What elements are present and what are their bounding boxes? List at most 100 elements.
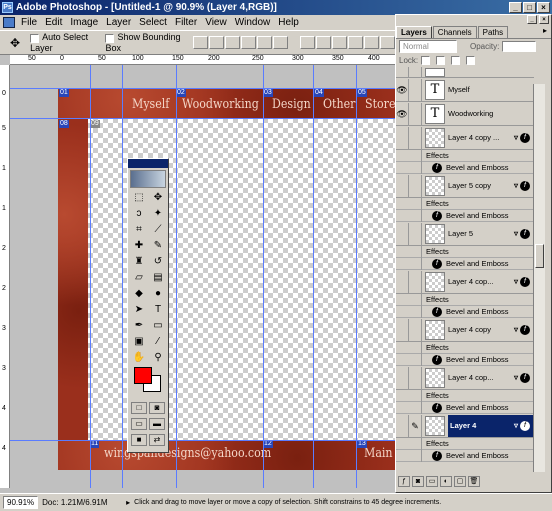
bevel-row[interactable]: f Bevel and Emboss	[396, 401, 534, 414]
visibility-toggle[interactable]	[396, 318, 409, 341]
menu-image[interactable]: Image	[66, 17, 102, 28]
bounding-box-option[interactable]: Show Bounding Box	[105, 32, 181, 53]
guide-vertical[interactable]	[176, 65, 177, 488]
panel-menu-icon[interactable]: ▸	[543, 26, 547, 38]
align-right-button[interactable]	[273, 36, 288, 49]
notes-tool-icon[interactable]: ▣	[130, 334, 148, 349]
slice-tool-icon[interactable]: ⟋	[149, 222, 167, 237]
distribute-4-button[interactable]	[348, 36, 363, 49]
toolbox[interactable]: ⬚ ✥ ↄ ✦ ⌗ ⟋ ✚ ✎ ♜ ↺ ▱ ▤ ◆ ● ➤ T ✒ ▭ ▣ ⁄ …	[127, 158, 169, 453]
guide-vertical[interactable]	[313, 65, 314, 488]
effects-row[interactable]: Effects	[396, 389, 534, 402]
effects-row[interactable]: Effects	[396, 293, 534, 306]
eye-icon[interactable]: 👁	[396, 102, 409, 125]
add-mask-button[interactable]: ◙	[412, 475, 424, 487]
magic-wand-tool-icon[interactable]: ✦	[149, 206, 167, 221]
move-tool-icon[interactable]: ✥	[10, 36, 20, 50]
screen-mode-2-button[interactable]: ▬	[149, 418, 165, 430]
bounding-box-checkbox[interactable]	[105, 33, 115, 43]
link-toggle[interactable]	[409, 270, 422, 293]
screen-mode-1-button[interactable]: ▭	[131, 418, 147, 430]
link-toggle[interactable]	[409, 67, 422, 77]
layer-row[interactable]: Layer 5 copy ▿ f	[396, 174, 534, 198]
effects-expand-icon[interactable]: ▿	[514, 421, 518, 430]
effects-row[interactable]: Effects	[396, 197, 534, 210]
bevel-row[interactable]: f Bevel and Emboss	[396, 353, 534, 366]
brush-tool-icon[interactable]: ✎	[149, 238, 167, 253]
link-toggle[interactable]	[409, 366, 422, 389]
visibility-toggle[interactable]	[396, 270, 409, 293]
align-top-button[interactable]	[193, 36, 208, 49]
close-button[interactable]: ×	[537, 2, 550, 13]
jump-to-imageready-button[interactable]: ⇄	[149, 434, 165, 446]
blur-tool-icon[interactable]: ◆	[130, 286, 148, 301]
visibility-toggle[interactable]	[396, 174, 409, 197]
zoom-tool-icon[interactable]: ⚲	[149, 350, 167, 365]
eraser-tool-icon[interactable]: ▱	[130, 270, 148, 285]
doc-size[interactable]: Doc: 1.21M/6.91M	[42, 498, 122, 507]
layer-row[interactable]: Layer 5 ▿ f	[396, 222, 534, 246]
standard-mode-button[interactable]: □	[131, 402, 147, 414]
layers-panel[interactable]: _ × Layers Channels Paths ▸ Normal Opaci…	[395, 14, 552, 493]
distribute-6-button[interactable]	[380, 36, 395, 49]
tab-channels[interactable]: Channels	[432, 26, 477, 38]
distribute-5-button[interactable]	[364, 36, 379, 49]
layer-row-selected[interactable]: ✎ Layer 4 ▿ f	[396, 414, 534, 438]
marquee-tool-icon[interactable]: ⬚	[130, 190, 148, 205]
tab-layers[interactable]: Layers	[396, 26, 432, 38]
new-set-button[interactable]: ▭	[426, 475, 438, 487]
visibility-toggle[interactable]	[396, 366, 409, 389]
bevel-row[interactable]: f Bevel and Emboss	[396, 449, 534, 462]
effects-row[interactable]: Effects	[396, 149, 534, 162]
bevel-row[interactable]: f Bevel and Emboss	[396, 305, 534, 318]
menu-window[interactable]: Window	[231, 17, 275, 28]
scrollbar-thumb[interactable]	[535, 244, 544, 268]
quickmask-mode-button[interactable]: ◙	[149, 402, 165, 414]
effects-row[interactable]: Effects	[396, 245, 534, 258]
effects-row[interactable]: Effects	[396, 341, 534, 354]
new-layer-button[interactable]: ▢	[454, 475, 466, 487]
effects-expand-icon[interactable]: ▿	[514, 229, 518, 238]
minimize-button[interactable]: _	[509, 2, 522, 13]
menu-layer[interactable]: Layer	[102, 17, 135, 28]
path-select-tool-icon[interactable]: ➤	[130, 302, 148, 317]
toolbox-title-bar[interactable]	[128, 159, 168, 168]
visibility-toggle[interactable]	[396, 222, 409, 245]
move-tool-icon[interactable]: ✥	[149, 190, 167, 205]
link-toggle[interactable]	[409, 174, 422, 197]
guide-vertical[interactable]	[263, 65, 264, 488]
screen-mode-3-button[interactable]: ■	[131, 434, 147, 446]
layer-style-button[interactable]: ƒ	[398, 475, 410, 487]
layer-row[interactable]	[396, 67, 534, 78]
lasso-tool-icon[interactable]: ↄ	[130, 206, 148, 221]
align-left-button[interactable]	[241, 36, 256, 49]
delete-layer-button[interactable]: 🗑	[468, 475, 480, 487]
guide-horizontal[interactable]	[10, 118, 395, 119]
guide-horizontal[interactable]	[10, 440, 395, 441]
distribute-3-button[interactable]	[332, 36, 347, 49]
distribute-2-button[interactable]	[316, 36, 331, 49]
ruler-left[interactable]: 0 5 1 1 2 2 3 3 4 4	[0, 65, 10, 488]
dodge-tool-icon[interactable]: ●	[149, 286, 167, 301]
status-arrow-icon[interactable]: ▸	[126, 498, 130, 507]
menu-view[interactable]: View	[201, 17, 231, 28]
layer-row[interactable]: Layer 4 cop... ▿ f	[396, 366, 534, 390]
auto-select-option[interactable]: Auto Select Layer	[30, 32, 97, 53]
hand-tool-icon[interactable]: ✋	[130, 350, 148, 365]
panel-close-button[interactable]: ×	[539, 15, 549, 24]
layer-row-myself[interactable]: 👁 T Myself	[396, 78, 534, 102]
link-toggle[interactable]	[409, 102, 422, 125]
healing-tool-icon[interactable]: ✚	[130, 238, 148, 253]
bevel-row[interactable]: f Bevel and Emboss	[396, 161, 534, 174]
auto-select-checkbox[interactable]	[30, 33, 40, 43]
guide-vertical[interactable]	[356, 65, 357, 488]
lock-image-checkbox[interactable]	[436, 55, 446, 65]
eye-icon[interactable]: 👁	[396, 78, 409, 101]
effects-expand-icon[interactable]: ▿	[514, 181, 518, 190]
lock-position-checkbox[interactable]	[451, 55, 461, 65]
maximize-button[interactable]: □	[523, 2, 536, 13]
effects-expand-icon[interactable]: ▿	[514, 373, 518, 382]
visibility-toggle[interactable]	[396, 67, 409, 77]
align-bottom-button[interactable]	[225, 36, 240, 49]
zoom-field[interactable]: 90.91%	[3, 496, 39, 509]
